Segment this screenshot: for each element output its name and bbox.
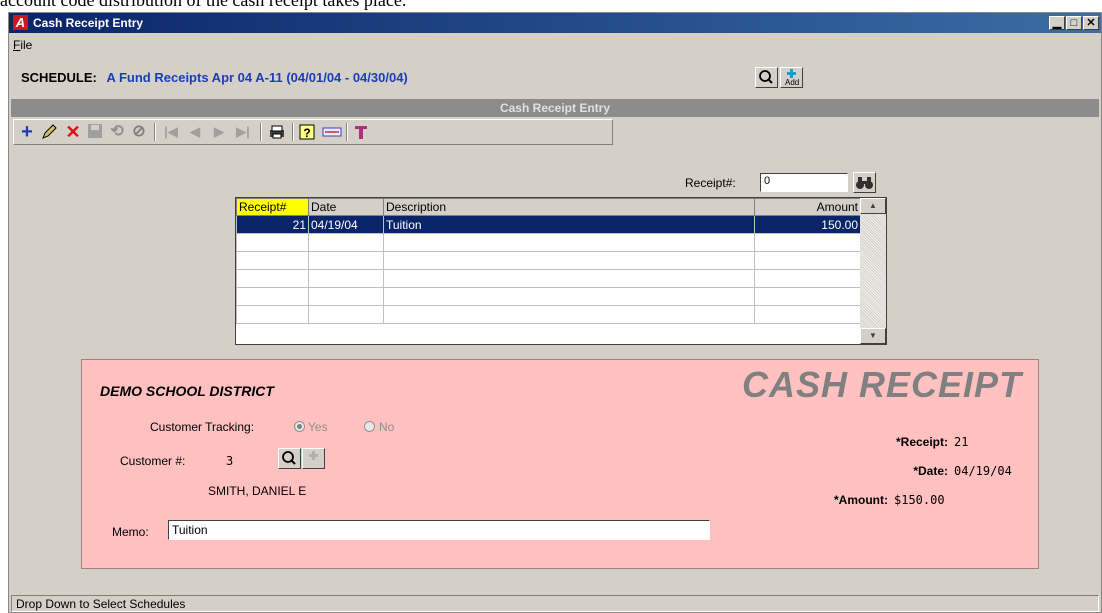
receipt-number-value: 21 <box>954 435 969 449</box>
customer-tracking-label: Customer Tracking: <box>150 420 255 434</box>
cancel-icon[interactable]: ⊘ <box>130 123 148 141</box>
schedule-add-button[interactable]: Add <box>780 67 803 88</box>
customer-number-label: Customer #: <box>120 454 186 468</box>
receipts-grid[interactable]: Receipt# Date Description Amount 21 04/1… <box>235 197 887 345</box>
table-row[interactable] <box>236 305 861 324</box>
add-icon[interactable]: + <box>18 122 36 142</box>
check-icon[interactable] <box>322 123 342 141</box>
customer-add-button[interactable] <box>302 448 325 469</box>
toolbar-separator <box>154 123 156 141</box>
toolbar-separator <box>260 123 262 141</box>
schedule-search-button[interactable] <box>755 67 778 88</box>
print-icon[interactable] <box>268 123 286 141</box>
receipt-search-input[interactable]: 0 <box>760 173 848 192</box>
grid-header-row: Receipt# Date Description Amount <box>236 198 861 216</box>
schedule-row: SCHEDULE: A Fund Receipts Apr 04 A-11 (0… <box>21 70 408 85</box>
col-header-date[interactable]: Date <box>308 198 384 216</box>
scroll-down-arrow-icon[interactable]: ▼ <box>860 328 886 344</box>
window-title: Cash Receipt Entry <box>33 16 144 30</box>
table-row[interactable]: 21 04/19/04 Tuition 150.00 <box>236 215 861 234</box>
toolbar-separator <box>292 123 294 141</box>
table-row[interactable] <box>236 251 861 270</box>
scroll-up-arrow-icon[interactable]: ▲ <box>860 198 886 214</box>
schedule-label: SCHEDULE: <box>21 70 97 85</box>
magnifier-icon <box>282 451 296 465</box>
filter-icon[interactable] <box>352 123 370 141</box>
cell-date: 04/19/04 <box>308 215 384 234</box>
cash-receipt-window: A Cash Receipt Entry ▁ □ ✕ File SCHEDULE… <box>8 12 1102 613</box>
menu-file[interactable]: File <box>13 38 32 52</box>
toolbar-separator <box>346 123 348 141</box>
cash-receipt-form: DEMO SCHOOL DISTRICT CASH RECEIPT Custom… <box>81 359 1039 569</box>
app-logo-icon: A <box>13 15 28 30</box>
receipt-title: CASH RECEIPT <box>741 364 1022 405</box>
magnifier-icon <box>759 70 773 84</box>
previous-record-icon[interactable]: ◀ <box>186 123 204 141</box>
close-button[interactable]: ✕ <box>1083 16 1099 30</box>
receipt-date-value: 04/19/04 <box>954 464 1012 478</box>
schedule-value[interactable]: A Fund Receipts Apr 04 A-11 (04/01/04 - … <box>106 70 407 85</box>
record-toolbar: + ✕ ⟲ ⊘ |◀ ◀ ▶ ▶| ? <box>13 119 613 145</box>
cell-description: Tuition <box>383 215 755 234</box>
minimize-button[interactable]: ▁ <box>1049 16 1065 30</box>
receipt-amount-value: $150.00 <box>894 493 945 507</box>
tracking-no-radio[interactable] <box>364 421 375 432</box>
customer-search-button[interactable] <box>278 448 301 469</box>
memo-input[interactable]: Tuition <box>168 520 710 540</box>
table-row[interactable] <box>236 233 861 252</box>
col-header-receipt[interactable]: Receipt# <box>236 198 309 216</box>
save-icon[interactable] <box>86 123 104 141</box>
binoculars-icon <box>856 177 873 189</box>
find-receipt-button[interactable] <box>853 172 876 193</box>
customer-name: SMITH, DANIEL E <box>208 484 307 498</box>
first-record-icon[interactable]: |◀ <box>162 123 180 141</box>
edit-icon[interactable] <box>40 123 58 141</box>
delete-icon[interactable]: ✕ <box>64 123 82 141</box>
document-text: account code distribution of the cash re… <box>0 0 407 10</box>
status-bar: Drop Down to Select Schedules <box>11 595 1099 612</box>
last-record-icon[interactable]: ▶| <box>234 123 252 141</box>
maximize-button[interactable]: □ <box>1066 16 1082 30</box>
tracking-yes-label: Yes <box>308 420 328 434</box>
organization-name: DEMO SCHOOL DISTRICT <box>100 383 274 399</box>
memo-label: Memo: <box>112 525 149 539</box>
help-icon[interactable]: ? <box>298 123 316 141</box>
grid-scrollbar[interactable]: ▲ ▼ <box>860 198 886 344</box>
add-label: Add <box>785 78 800 87</box>
table-row[interactable] <box>236 269 861 288</box>
title-bar: A Cash Receipt Entry ▁ □ ✕ <box>9 13 1101 33</box>
cell-amount: 150.00 <box>754 215 861 234</box>
tracking-no-label: No <box>379 420 395 434</box>
col-header-amount[interactable]: Amount <box>754 198 861 216</box>
receipt-search-label: Receipt#: <box>685 176 736 190</box>
cell-receipt: 21 <box>236 215 309 234</box>
customer-number-value[interactable]: 3 <box>226 454 233 468</box>
receipt-number-label: *Receipt: <box>895 435 948 449</box>
tracking-yes-radio[interactable] <box>294 421 305 432</box>
undo-icon[interactable]: ⟲ <box>108 123 126 141</box>
receipt-date-label: *Date: <box>913 464 948 478</box>
add-plus-icon <box>309 451 318 460</box>
svg-text:?: ? <box>303 126 310 140</box>
table-row[interactable] <box>236 287 861 306</box>
receipt-amount-label: *Amount: <box>834 493 888 507</box>
next-record-icon[interactable]: ▶ <box>210 123 228 141</box>
panel-header: Cash Receipt Entry <box>11 99 1099 117</box>
col-header-description[interactable]: Description <box>383 198 755 216</box>
